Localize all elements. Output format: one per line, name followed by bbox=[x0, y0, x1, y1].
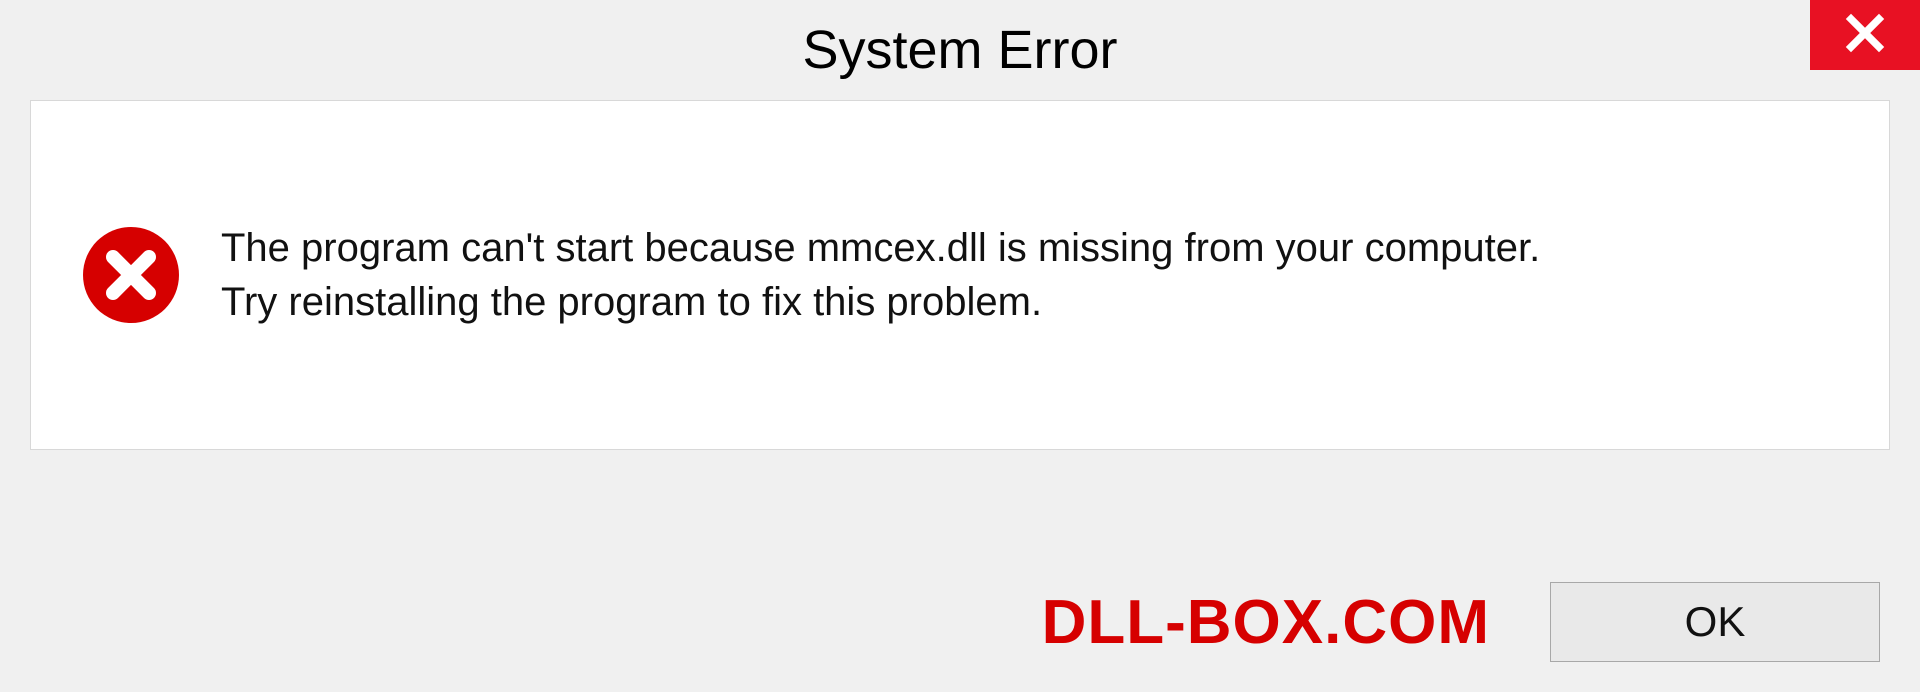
close-icon bbox=[1844, 12, 1886, 59]
content-panel: The program can't start because mmcex.dl… bbox=[30, 100, 1890, 450]
close-button[interactable] bbox=[1810, 0, 1920, 70]
watermark-text: DLL-BOX.COM bbox=[1042, 587, 1490, 658]
error-message: The program can't start because mmcex.dl… bbox=[221, 221, 1540, 329]
footer: DLL-BOX.COM OK bbox=[0, 582, 1920, 662]
error-message-line2: Try reinstalling the program to fix this… bbox=[221, 275, 1540, 329]
ok-button[interactable]: OK bbox=[1550, 582, 1880, 662]
error-message-line1: The program can't start because mmcex.dl… bbox=[221, 221, 1540, 275]
error-icon bbox=[81, 225, 181, 325]
title-bar: System Error bbox=[0, 0, 1920, 100]
dialog-title: System Error bbox=[802, 19, 1117, 81]
